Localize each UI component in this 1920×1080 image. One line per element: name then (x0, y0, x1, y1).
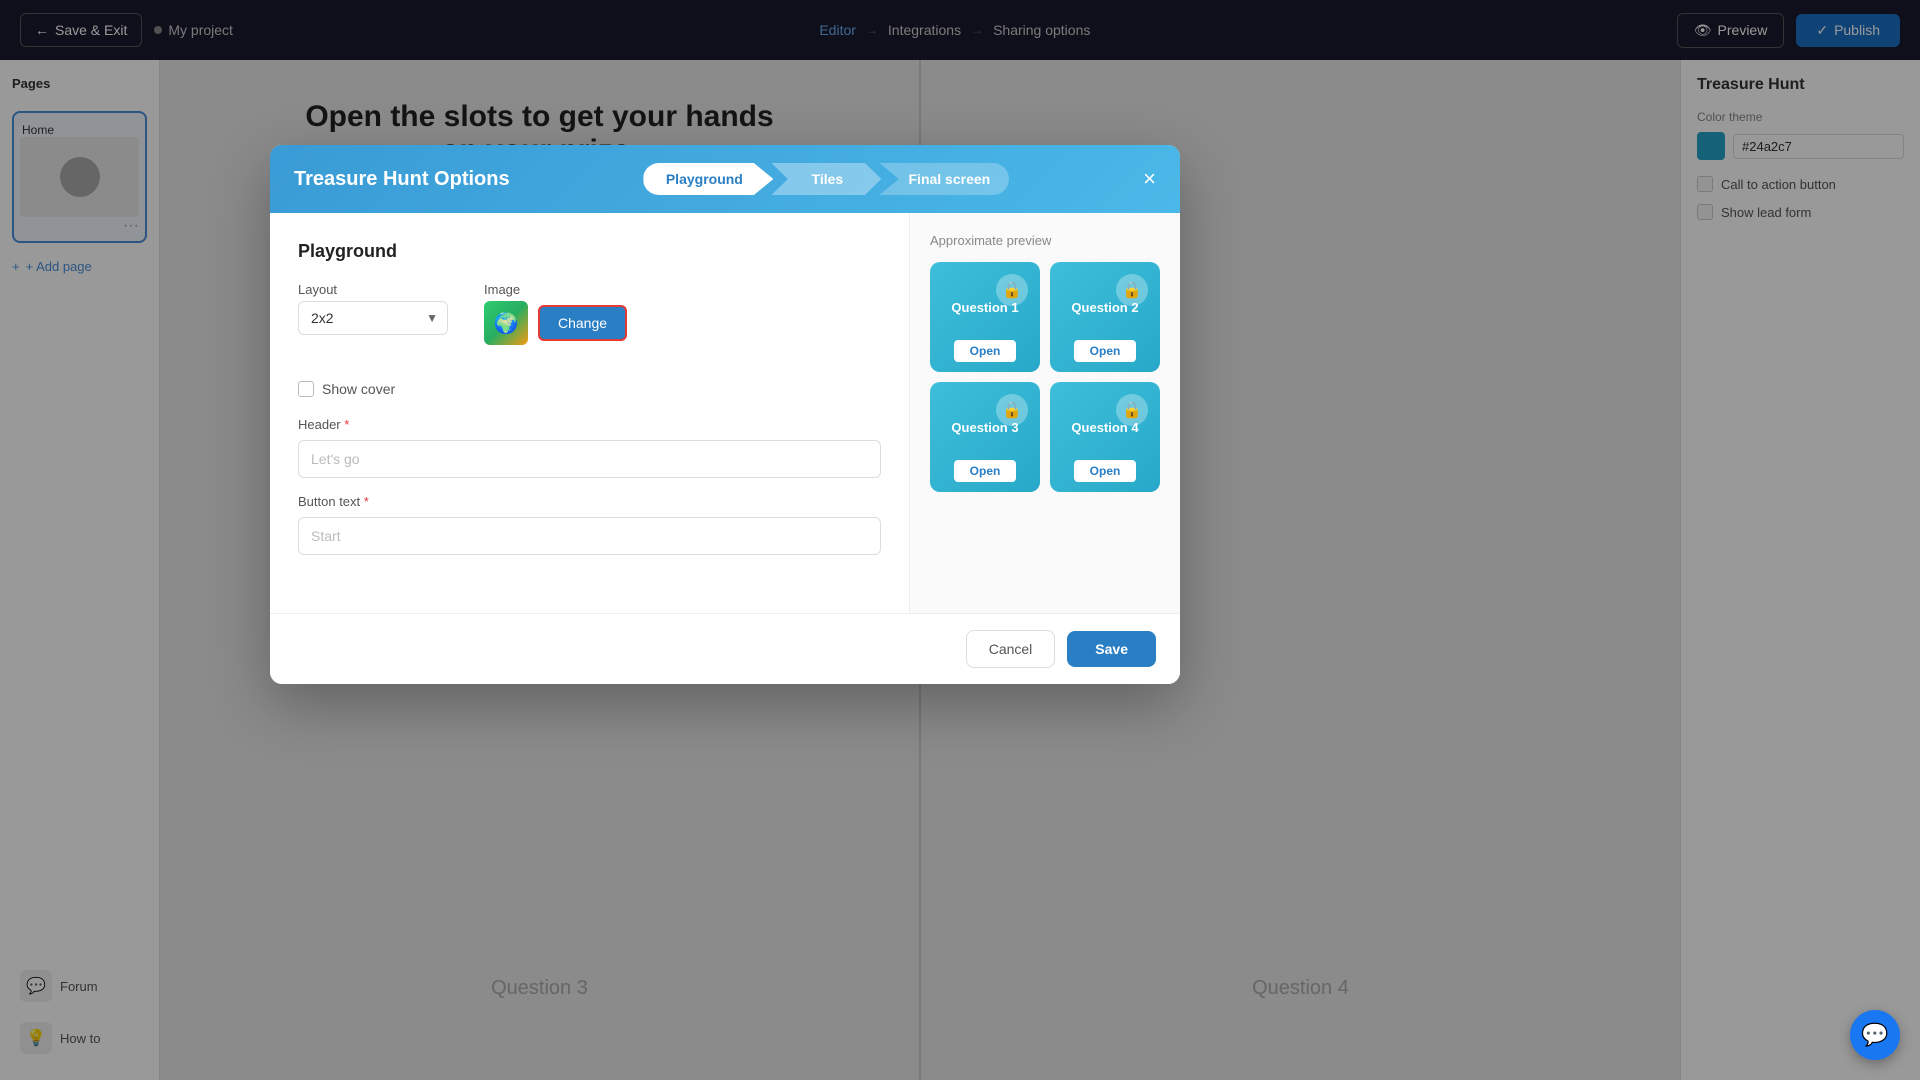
section-title: Playground (298, 241, 881, 262)
tile-open-button-2[interactable]: Open (1074, 340, 1137, 362)
modal-footer: Cancel Save (270, 613, 1180, 684)
preview-tile-4[interactable]: 🔒 Question 4 Open (1050, 382, 1160, 492)
button-text-input[interactable] (298, 517, 881, 555)
messenger-icon: 💬 (1861, 1022, 1888, 1048)
modal-body: Playground Layout 2x2 3x3 4x4 ▼ Ima (270, 213, 1180, 613)
layout-label: Layout (298, 282, 448, 297)
modal-close-button[interactable]: × (1143, 168, 1156, 190)
layout-select-wrapper: 2x2 3x3 4x4 ▼ (298, 301, 448, 335)
preview-tile-1[interactable]: 🔒 Question 1 Open (930, 262, 1040, 372)
image-group: Image 🌍 Change (484, 282, 627, 365)
save-button[interactable]: Save (1067, 631, 1156, 667)
modal-right-panel: Approximate preview 🔒 Question 1 Open 🔒 … (910, 213, 1180, 613)
modal-left-panel: Playground Layout 2x2 3x3 4x4 ▼ Ima (270, 213, 910, 613)
change-image-button[interactable]: Change (538, 305, 627, 341)
modal-title: Treasure Hunt Options (294, 168, 510, 191)
tab-playground[interactable]: Playground (643, 163, 773, 195)
lock-icon-3: 🔒 (996, 394, 1028, 426)
modal-header: Treasure Hunt Options Playground Tiles F… (270, 145, 1180, 213)
show-cover-label: Show cover (322, 381, 395, 397)
tile-open-button-1[interactable]: Open (954, 340, 1017, 362)
layout-group: Layout 2x2 3x3 4x4 ▼ (298, 282, 448, 335)
preview-tile-3[interactable]: 🔒 Question 3 Open (930, 382, 1040, 492)
messenger-bubble[interactable]: 💬 (1850, 1010, 1900, 1060)
cancel-button[interactable]: Cancel (966, 630, 1056, 668)
button-text-label: Button text (298, 494, 881, 509)
preview-grid: 🔒 Question 1 Open 🔒 Question 2 Open 🔒 Qu… (930, 262, 1160, 492)
lock-icon-4: 🔒 (1116, 394, 1148, 426)
modal-tabs: Playground Tiles Final screen (643, 163, 1009, 195)
show-cover-row: Show cover (298, 381, 881, 397)
layout-select[interactable]: 2x2 3x3 4x4 (298, 301, 448, 335)
header-label: Header (298, 417, 881, 432)
layout-image-row: Layout 2x2 3x3 4x4 ▼ Image 🌍 Chan (298, 282, 881, 365)
lock-icon-2: 🔒 (1116, 274, 1148, 306)
image-row: 🌍 Change (484, 301, 627, 345)
image-thumbnail: 🌍 (484, 301, 528, 345)
header-group: Header (298, 417, 881, 478)
preview-title: Approximate preview (930, 233, 1160, 248)
tab-tiles[interactable]: Tiles (771, 163, 881, 195)
preview-tile-2[interactable]: 🔒 Question 2 Open (1050, 262, 1160, 372)
tile-open-button-4[interactable]: Open (1074, 460, 1137, 482)
lock-icon-1: 🔒 (996, 274, 1028, 306)
show-cover-checkbox[interactable] (298, 381, 314, 397)
header-input[interactable] (298, 440, 881, 478)
image-label: Image (484, 282, 627, 297)
button-text-group: Button text (298, 494, 881, 555)
tab-final-screen[interactable]: Final screen (879, 163, 1009, 195)
treasure-hunt-modal: Treasure Hunt Options Playground Tiles F… (270, 145, 1180, 684)
tile-open-button-3[interactable]: Open (954, 460, 1017, 482)
